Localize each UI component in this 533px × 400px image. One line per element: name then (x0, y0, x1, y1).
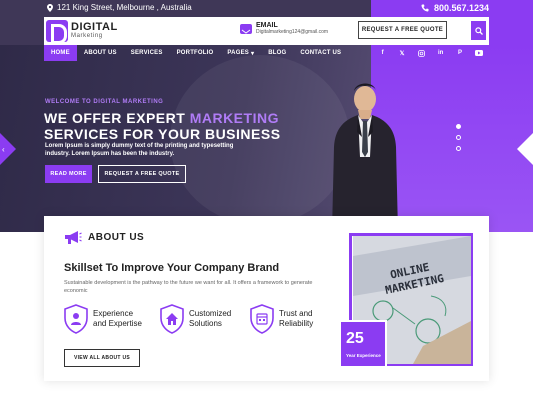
feature-trust: Trust and Reliability (250, 304, 313, 334)
search-icon (474, 26, 483, 35)
slider-dots (456, 124, 461, 151)
nav-about-us[interactable]: ABOUT US (77, 45, 124, 61)
hero-headline-line2: SERVICES FOR YOUR BUSINESS (44, 126, 281, 142)
address-text: 121 King Street, Melbourne , Australia (57, 3, 192, 12)
chevron-left-icon: ‹ (2, 144, 5, 154)
nav-home[interactable]: HOME (44, 45, 77, 61)
email-label: EMAIL (256, 22, 278, 29)
phone[interactable]: 800.567.1234 (421, 3, 489, 13)
nav-blog[interactable]: BLOG (261, 45, 293, 61)
slider-dot[interactable] (456, 146, 461, 151)
calendar-shield-icon (250, 304, 274, 334)
linkedin-icon[interactable]: in (436, 48, 446, 58)
read-more-button[interactable]: READ MORE (45, 165, 92, 183)
megaphone-icon (65, 231, 82, 244)
address: 121 King Street, Melbourne , Australia (47, 3, 192, 12)
instagram-icon[interactable] (416, 48, 426, 58)
pinterest-icon[interactable]: P (455, 48, 465, 58)
feature-trust-label: Trust and Reliability (279, 309, 313, 329)
youtube-icon[interactable] (474, 48, 484, 58)
feature-line: Solutions (189, 319, 222, 328)
email-value: Digitalmarketing124@gmail.com (256, 29, 329, 35)
headline-pre: WE OFFER EXPERT (44, 110, 190, 126)
email-contact[interactable]: EMAIL Digitalmarketing124@gmail.com (240, 22, 328, 35)
logo[interactable]: DIGITAL Marketing (46, 20, 118, 44)
about-title: ABOUT US (64, 230, 144, 244)
logo-subtext: Marketing (71, 33, 103, 39)
slider-dot[interactable] (456, 124, 461, 129)
experience-badge: 25 Year Experience (339, 320, 387, 368)
main-nav: HOME ABOUT US SERVICES PORTFOLIO PAGES ▾ … (44, 45, 373, 61)
header-left-band (0, 17, 44, 45)
experience-label: Year Experience (346, 353, 381, 358)
request-quote-button[interactable]: REQUEST A FREE QUOTE (358, 21, 447, 39)
phone-area: 800.567.1234 (371, 0, 533, 17)
about-heading: Skillset To Improve Your Company Brand (64, 262, 280, 274)
logo-text: DIGITAL (71, 21, 118, 33)
feature-line: Experience (93, 309, 134, 318)
top-bar: 121 King Street, Melbourne , Australia 8… (0, 0, 533, 17)
headline-accent: MARKETING (189, 110, 279, 126)
about-title-text: ABOUT US (88, 231, 145, 243)
location-pin-icon (47, 3, 53, 12)
nav-pages[interactable]: PAGES ▾ (220, 45, 261, 61)
logo-mark-icon (46, 20, 68, 44)
feature-customized-label: Customized Solutions (189, 309, 231, 329)
feature-experience: Experience and Expertise (64, 304, 142, 334)
phone-icon (421, 4, 429, 12)
feature-experience-label: Experience and Expertise (93, 309, 142, 329)
feature-line: and Expertise (93, 319, 142, 328)
nav-portfolio[interactable]: PORTFOLIO (170, 45, 221, 61)
envelope-icon (240, 23, 252, 34)
chevron-down-icon: ▾ (250, 50, 255, 57)
facebook-icon[interactable]: f (378, 48, 388, 58)
feature-customized: Customized Solutions (160, 304, 231, 334)
nav-contact-us[interactable]: CONTACT US (293, 45, 348, 61)
nav-pages-label: PAGES (227, 50, 249, 56)
hero-welcome: WELCOME TO DIGITAL MARKETING (45, 99, 164, 105)
x-icon[interactable]: 𝕏 (397, 48, 407, 58)
hero-description: Lorem Ipsum is simply dummy text of the … (45, 143, 234, 157)
view-all-about-button[interactable]: VIEW ALL ABOUT US (64, 349, 140, 367)
feature-line: Reliability (279, 319, 314, 328)
header-right-band (489, 17, 533, 45)
feature-line: Customized (189, 309, 232, 318)
about-paragraph: Sustainable development is the pathway t… (64, 280, 313, 294)
feature-line: Trust and (279, 309, 313, 318)
phone-text: 800.567.1234 (433, 3, 489, 13)
experience-number: 25 (346, 330, 364, 347)
nav-services[interactable]: SERVICES (124, 45, 170, 61)
home-shield-icon (160, 304, 184, 334)
social-links: f 𝕏 in P (373, 45, 489, 61)
header: DIGITAL Marketing EMAIL Digitalmarketing… (0, 17, 533, 45)
hero-headline-line1: WE OFFER EXPERT MARKETING (44, 110, 279, 126)
search-button[interactable] (471, 21, 486, 40)
hero-quote-button[interactable]: REQUEST A FREE QUOTE (98, 165, 186, 183)
businessman-image (332, 83, 398, 232)
slider-dot[interactable] (456, 135, 461, 140)
user-shield-icon (64, 304, 88, 334)
